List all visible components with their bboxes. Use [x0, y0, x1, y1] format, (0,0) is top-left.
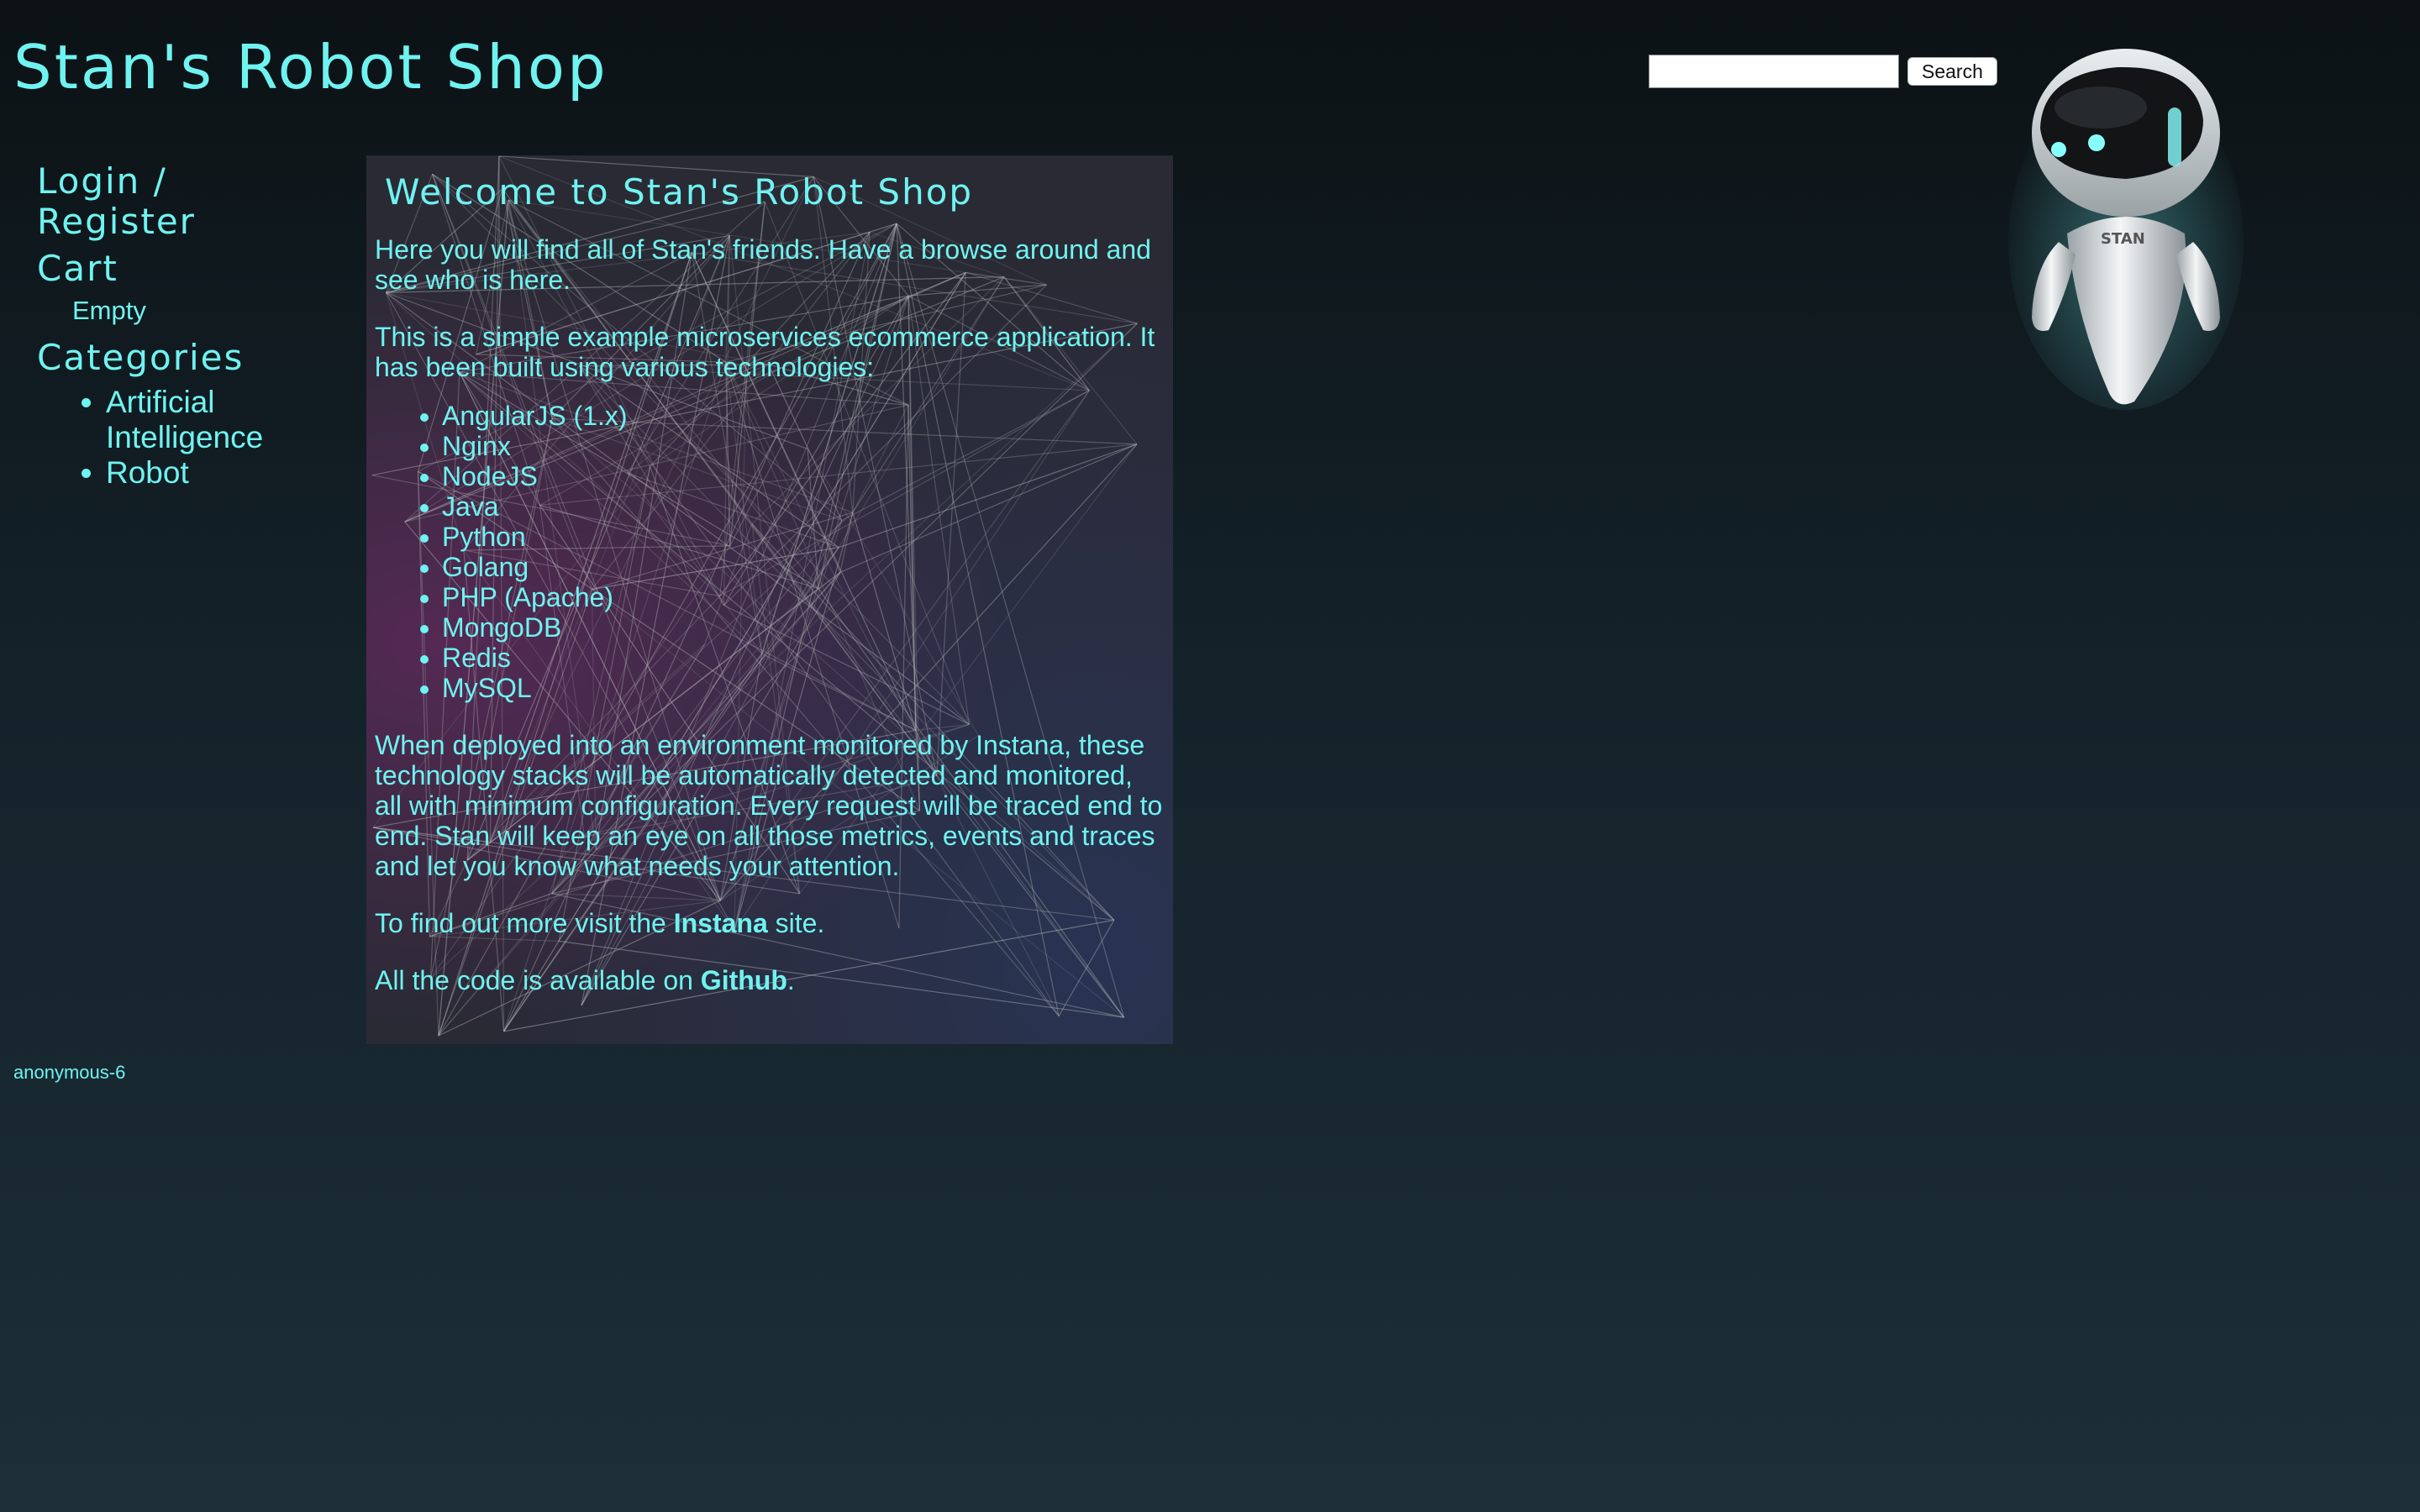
instana-suffix: site.: [767, 908, 825, 938]
sidebar: Login / Register Cart Empty Categories A…: [37, 161, 314, 491]
categories-heading: Categories: [37, 337, 245, 378]
cart-status: Empty: [72, 296, 146, 325]
login-register-link[interactable]: Login / Register: [37, 161, 314, 242]
cart-link[interactable]: Cart: [37, 249, 314, 289]
technology-item: MongoDB: [442, 612, 1165, 643]
github-paragraph: All the code is available on Github.: [375, 965, 1165, 995]
github-link[interactable]: Github: [701, 965, 787, 995]
instana-paragraph: To find out more visit the Instana site.: [375, 908, 1165, 938]
technology-item: AngularJS (1.x): [442, 401, 1165, 431]
technology-item: NodeJS: [442, 461, 1165, 491]
technology-item: Golang: [442, 552, 1165, 582]
technology-list: AngularJS (1.x) Nginx NodeJS Java Python…: [442, 401, 1165, 703]
site-title: Stan's Robot Shop: [13, 32, 608, 102]
welcome-panel: Welcome to Stan's Robot Shop Here you wi…: [366, 155, 1173, 1044]
search-input[interactable]: [1649, 55, 1899, 88]
welcome-heading: Welcome to Stan's Robot Shop: [385, 171, 974, 213]
instana-prefix: To find out more visit the: [375, 908, 674, 938]
search-button[interactable]: Search: [1907, 57, 1997, 86]
github-suffix: .: [786, 965, 795, 995]
category-list: Artificial Intelligence Robot: [106, 385, 314, 491]
github-prefix: All the code is available on: [375, 965, 701, 995]
category-item-robot[interactable]: Robot: [106, 455, 314, 491]
technology-item: Nginx: [442, 431, 1165, 461]
technology-item: Python: [442, 522, 1165, 552]
instana-link[interactable]: Instana: [674, 908, 768, 938]
intro-text: Here you will find all of Stan's friends…: [375, 234, 1151, 295]
technology-item: MySQL: [442, 673, 1165, 703]
robot-logo-text: STAN: [2101, 230, 2145, 248]
technology-item: PHP (Apache): [442, 582, 1165, 612]
monitoring-text: When deployed into an environment monito…: [375, 730, 1163, 881]
stan-robot-mascot: STAN: [2008, 49, 2244, 410]
technology-item: Redis: [442, 643, 1165, 673]
category-item-artificial-intelligence[interactable]: Artificial Intelligence: [106, 385, 314, 455]
user-id: anonymous-6: [13, 1062, 126, 1083]
search-bar: Search: [1649, 55, 1997, 88]
technology-item: Java: [442, 491, 1165, 522]
description-text: This is a simple example microservices e…: [375, 322, 1155, 382]
